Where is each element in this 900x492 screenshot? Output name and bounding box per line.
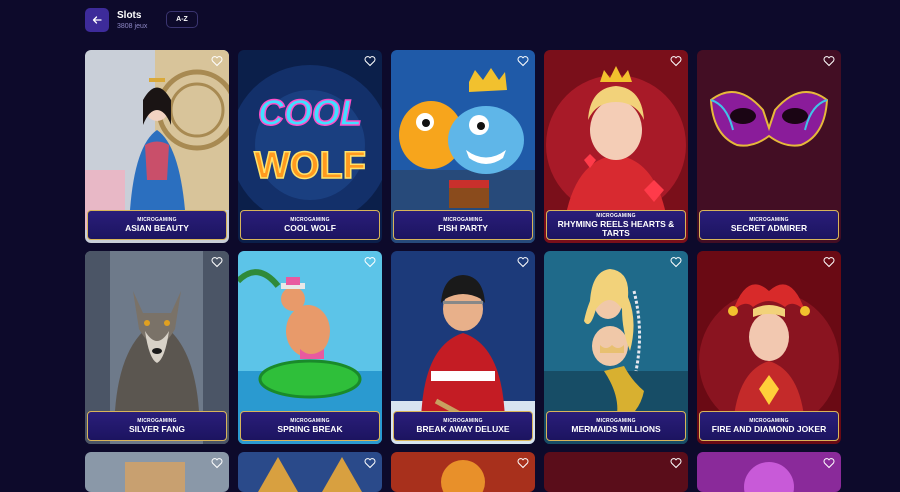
game-card-silver-fang[interactable]: MICROGAMING SILVER FANG: [85, 251, 229, 444]
favorite-heart-icon[interactable]: [517, 55, 529, 67]
game-label: MICROGAMING FIRE AND DIAMOND JOKER: [699, 411, 839, 441]
game-card-asian-beauty[interactable]: MICROGAMING ASIAN BEAUTY: [85, 50, 229, 243]
game-name: BREAK AWAY DELUXE: [416, 424, 510, 434]
game-thumbnail: [544, 452, 688, 492]
favorite-heart-icon[interactable]: [670, 55, 682, 67]
game-label: MICROGAMING MERMAIDS MILLIONS: [546, 411, 686, 441]
game-label: MICROGAMING SECRET ADMIRER: [699, 210, 839, 240]
game-card[interactable]: [238, 452, 382, 492]
game-card-mermaids-millions[interactable]: MICROGAMING MERMAIDS MILLIONS: [544, 251, 688, 444]
game-name: FISH PARTY: [438, 223, 488, 233]
game-name: SILVER FANG: [128, 424, 186, 434]
game-card-fire-and-diamond-joker[interactable]: MICROGAMING FIRE AND DIAMOND JOKER: [697, 251, 841, 444]
game-name: SECRET ADMIRER: [730, 223, 808, 233]
game-card-cool-wolf[interactable]: COOL WOLF MICROGAMING COOL WOLF: [238, 50, 382, 243]
favorite-heart-icon[interactable]: [211, 55, 223, 67]
art-title-line2: WOLF: [254, 145, 366, 187]
game-card[interactable]: [544, 452, 688, 492]
favorite-heart-icon[interactable]: [364, 256, 376, 268]
game-name: RHYMING REELS HEARTS & TARTS: [557, 218, 675, 238]
game-thumbnail: [85, 452, 229, 492]
favorite-heart-icon[interactable]: [823, 457, 835, 469]
page-title: Slots: [117, 9, 142, 21]
game-thumbnail: [238, 452, 382, 492]
favorite-heart-icon[interactable]: [364, 55, 376, 67]
game-name: FIRE AND DIAMOND JOKER: [711, 424, 827, 434]
game-label: MICROGAMING BREAK AWAY DELUXE: [393, 411, 533, 441]
game-card[interactable]: [85, 452, 229, 492]
favorite-heart-icon[interactable]: [211, 457, 223, 469]
game-card-spring-break[interactable]: MICROGAMING SPRING BREAK: [238, 251, 382, 444]
game-label: MICROGAMING RHYMING REELS HEARTS & TARTS: [546, 210, 686, 240]
game-name: MERMAIDS MILLIONS: [571, 424, 661, 434]
game-count: 3808 jeux: [117, 22, 148, 30]
arrow-left-icon: [92, 16, 102, 24]
game-label: MICROGAMING SPRING BREAK: [240, 411, 380, 441]
game-thumbnail: [697, 452, 841, 492]
favorite-heart-icon[interactable]: [670, 256, 682, 268]
page-header: Slots 3808 jeux: [85, 7, 147, 33]
game-thumbnail: [391, 452, 535, 492]
game-card[interactable]: [697, 452, 841, 492]
back-button[interactable]: [85, 8, 109, 32]
favorite-heart-icon[interactable]: [517, 256, 529, 268]
favorite-heart-icon[interactable]: [364, 457, 376, 469]
game-label: MICROGAMING FISH PARTY: [393, 210, 533, 240]
sort-az-button[interactable]: A-Z: [166, 11, 198, 28]
favorite-heart-icon[interactable]: [211, 256, 223, 268]
favorite-heart-icon[interactable]: [823, 256, 835, 268]
game-card-fish-party[interactable]: MICROGAMING FISH PARTY: [391, 50, 535, 243]
game-card-secret-admirer[interactable]: MICROGAMING SECRET ADMIRER: [697, 50, 841, 243]
game-card[interactable]: [391, 452, 535, 492]
game-name: ASIAN BEAUTY: [125, 223, 189, 233]
game-name: COOL WOLF: [284, 223, 336, 233]
favorite-heart-icon[interactable]: [823, 55, 835, 67]
game-label: MICROGAMING ASIAN BEAUTY: [87, 210, 227, 240]
game-card-rhyming-reels[interactable]: MICROGAMING RHYMING REELS HEARTS & TARTS: [544, 50, 688, 243]
game-label: MICROGAMING COOL WOLF: [240, 210, 380, 240]
game-label: MICROGAMING SILVER FANG: [87, 411, 227, 441]
game-card-break-away-deluxe[interactable]: MICROGAMING BREAK AWAY DELUXE: [391, 251, 535, 444]
favorite-heart-icon[interactable]: [517, 457, 529, 469]
art-title-line1: COOL: [258, 92, 362, 133]
game-name: SPRING BREAK: [277, 424, 343, 434]
favorite-heart-icon[interactable]: [670, 457, 682, 469]
